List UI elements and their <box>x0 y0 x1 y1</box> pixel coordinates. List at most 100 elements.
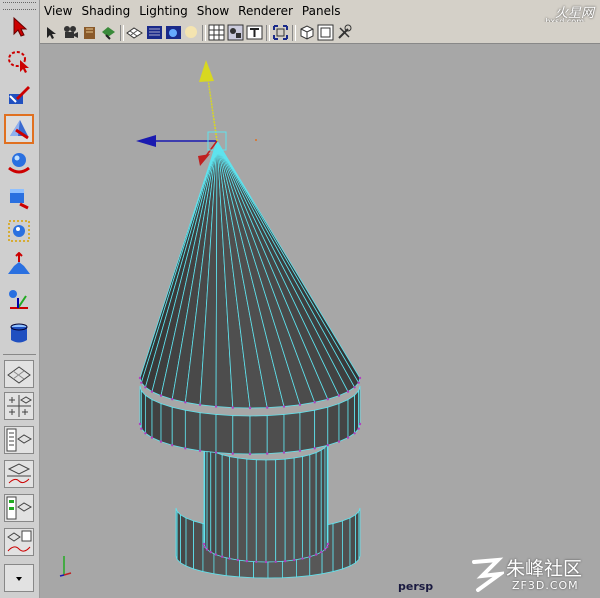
menu-panels[interactable]: Panels <box>302 4 341 18</box>
move-manipulator[interactable] <box>136 60 257 166</box>
shaft-face <box>265 459 277 563</box>
shaft-face <box>284 457 295 562</box>
cube-view-button[interactable] <box>298 24 315 41</box>
menu-show[interactable]: Show <box>197 4 229 18</box>
isolate-select-button[interactable] <box>208 24 225 41</box>
toolbar-separator <box>292 25 296 41</box>
vertex-point <box>220 555 224 558</box>
vertex-point <box>274 560 277 563</box>
shaft-face <box>210 449 217 556</box>
lasso-tool-icon <box>8 51 29 73</box>
vertex-point <box>357 427 360 430</box>
vertex-point <box>326 542 330 546</box>
frame-selection-icon <box>273 25 288 40</box>
collar-face <box>232 415 251 455</box>
resolution-gate-button[interactable] <box>246 24 263 41</box>
toolbar-separator <box>202 25 206 41</box>
watermark-logo-icon <box>472 557 504 592</box>
layout-hypergraph-persp-button[interactable] <box>4 494 34 522</box>
last-used-tool-button[interactable] <box>4 318 34 348</box>
lighting-button[interactable] <box>183 24 200 41</box>
outliner-layout-icon <box>6 428 33 452</box>
shaft-face <box>221 454 230 560</box>
smooth-shading-button[interactable] <box>165 24 182 41</box>
soft-modification-button[interactable] <box>4 250 34 280</box>
last-used-tool-icon <box>10 323 28 343</box>
tools-settings-button[interactable] <box>336 24 353 41</box>
menu-lighting[interactable]: Lighting <box>139 4 188 18</box>
light-bulb-icon <box>185 26 197 38</box>
collar-face <box>249 415 268 455</box>
layout-outliner-persp-button[interactable] <box>4 426 34 454</box>
scale-tool-button[interactable] <box>4 182 34 212</box>
movie-camera-icon <box>64 26 78 38</box>
scene-canvas <box>59 60 362 579</box>
perspective-viewport[interactable]: persp 朱峰社区 ZF3D.COM <box>40 44 600 598</box>
rotate-tool-button[interactable] <box>4 148 34 178</box>
film-gate-button[interactable] <box>317 24 334 41</box>
wireframe-icon <box>147 26 162 39</box>
smooth-shade-icon <box>166 26 181 39</box>
image-plane-button[interactable] <box>100 24 117 41</box>
watermark-bottom: 朱峰社区 ZF3D.COM <box>470 552 600 598</box>
vertex-point <box>308 555 312 558</box>
layout-four-view-button[interactable] <box>4 392 34 420</box>
layout-persp-outliner-graph-button[interactable] <box>4 528 34 556</box>
collar-face <box>215 414 234 455</box>
show-manipulator-button[interactable] <box>4 284 34 314</box>
layout-persp-graph-button[interactable] <box>4 460 34 488</box>
menu-view[interactable]: View <box>44 4 72 18</box>
vertex-point <box>231 452 234 455</box>
vertex-point <box>314 553 318 556</box>
collar-face <box>266 414 285 455</box>
collar-face <box>171 406 186 449</box>
vertex-point <box>358 422 362 426</box>
vertex-point <box>214 553 218 556</box>
vertex-point <box>255 560 258 563</box>
vertex-point <box>326 444 329 447</box>
persp-graph-outliner-icon <box>7 530 32 552</box>
shaft-face <box>215 452 223 558</box>
y-axis-arrow-icon[interactable] <box>199 60 214 82</box>
menu-shading[interactable]: Shading <box>81 4 130 18</box>
chevron-down-icon <box>16 577 22 581</box>
vertex-point <box>357 381 360 384</box>
select-tool-button[interactable] <box>4 12 34 42</box>
paint-select-tool-button[interactable] <box>4 80 34 110</box>
toolbox-separator <box>3 354 36 355</box>
universal-manipulator-button[interactable] <box>4 216 34 246</box>
z-axis-arrow-icon[interactable] <box>198 154 210 166</box>
bookmarks-button[interactable] <box>81 24 98 41</box>
hypergraph-layout-icon <box>6 496 33 520</box>
persp-graph-layout-icon <box>7 463 31 484</box>
panel-toolbar <box>40 22 600 44</box>
vertex-point <box>313 401 316 404</box>
move-tool-button[interactable] <box>4 114 34 144</box>
vertex-point <box>150 436 154 439</box>
toolbox-grip[interactable] <box>3 2 36 10</box>
vertex-point <box>346 390 350 393</box>
vertex-point <box>159 440 163 443</box>
vertex-point <box>138 422 142 426</box>
layout-single-perspective-button[interactable] <box>4 360 34 388</box>
select-camera-button[interactable] <box>44 24 61 41</box>
vertex-point <box>282 405 286 408</box>
vertex-point <box>245 559 249 563</box>
lower-collar-face <box>349 514 356 567</box>
menu-renderer[interactable]: Renderer <box>238 4 293 18</box>
x-axis-arrow-icon[interactable] <box>136 135 156 147</box>
polygon-mesh[interactable] <box>138 140 362 579</box>
frame-selection-button[interactable] <box>272 24 289 41</box>
tools-icon <box>338 24 352 39</box>
vertex-point <box>144 432 147 435</box>
grid-toggle-button[interactable] <box>126 24 143 41</box>
layout-menu-button[interactable] <box>4 564 34 592</box>
lasso-tool-button[interactable] <box>4 46 34 76</box>
xray-button[interactable] <box>227 24 244 41</box>
wireframe-shading-button[interactable] <box>146 24 163 41</box>
shaft-face <box>309 452 317 558</box>
collar-face <box>283 412 301 453</box>
select-tool-icon <box>13 16 28 37</box>
camera-attributes-button[interactable] <box>62 24 79 41</box>
move-tool-icon <box>10 120 29 140</box>
